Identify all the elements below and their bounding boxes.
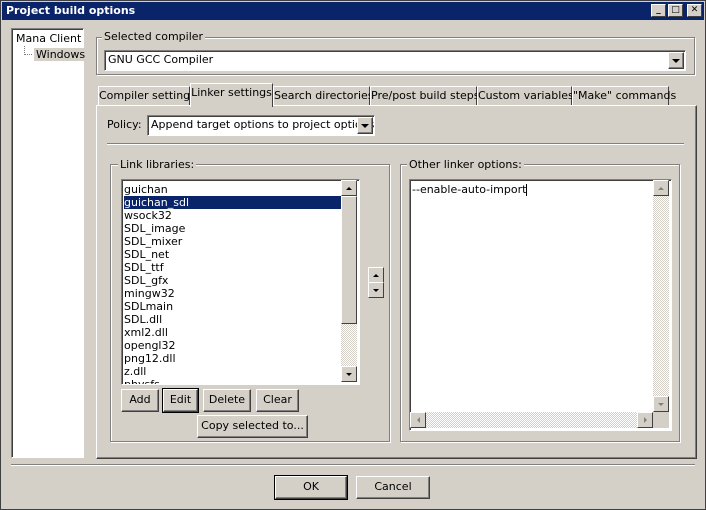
text-caret xyxy=(526,184,528,196)
list-item[interactable]: png12.dll xyxy=(124,352,176,365)
clear-button[interactable]: Clear xyxy=(256,389,299,412)
textarea-hscrollbar[interactable] xyxy=(410,412,653,428)
ok-button[interactable]: OK xyxy=(274,475,348,500)
copy-selected-button[interactable]: Copy selected to... xyxy=(197,415,308,438)
close-icon: ✕ xyxy=(690,5,699,15)
compiler-select-value: GNU GCC Compiler xyxy=(108,53,214,66)
compiler-select[interactable]: GNU GCC Compiler xyxy=(104,50,686,71)
list-item[interactable]: physfs xyxy=(124,378,160,384)
other-linker-options-text: --enable-auto-import xyxy=(412,183,528,196)
list-item[interactable]: SDL.dll xyxy=(124,313,162,326)
move-up-button[interactable] xyxy=(368,267,384,283)
list-scrollbar[interactable] xyxy=(341,180,357,382)
minimize-button[interactable]: _ xyxy=(651,4,666,17)
link-libraries-list[interactable]: guichan guichan_sdl wsock32 SDL_image SD… xyxy=(121,179,360,385)
tree-item-root[interactable]: Mana Client xyxy=(16,32,81,45)
linker-settings-panel: Policy: Append target options to project… xyxy=(96,105,697,459)
tab-make-commands[interactable]: "Make" commands xyxy=(572,86,676,106)
tree-item-windows[interactable]: Windows xyxy=(34,48,88,61)
policy-select[interactable]: Append target options to project options xyxy=(147,115,375,136)
textarea-vscrollbar[interactable] xyxy=(653,180,669,412)
policy-label: Policy: xyxy=(107,118,142,131)
edit-button[interactable]: Edit xyxy=(162,388,199,413)
list-item[interactable]: SDL_image xyxy=(124,222,185,235)
scroll-corner xyxy=(653,412,669,428)
scroll-up-button[interactable] xyxy=(341,180,357,196)
list-item[interactable]: guichan xyxy=(124,183,168,196)
scroll-down-button[interactable] xyxy=(653,396,669,412)
target-tree[interactable]: Mana Client Windows xyxy=(11,28,88,458)
scroll-down-button[interactable] xyxy=(341,366,357,382)
delete-button[interactable]: Delete xyxy=(203,389,251,412)
policy-select-value: Append target options to project options xyxy=(151,118,375,131)
selected-compiler-label: Selected compiler xyxy=(102,30,206,43)
list-item-selected[interactable]: guichan_sdl xyxy=(124,196,343,209)
list-item[interactable]: z.dll xyxy=(124,365,146,378)
list-item[interactable]: opengl32 xyxy=(124,339,176,352)
other-linker-options-label: Other linker options: xyxy=(407,158,524,171)
tree-connector xyxy=(24,54,32,55)
scroll-right-button[interactable] xyxy=(637,412,653,428)
scroll-left-button[interactable] xyxy=(410,412,426,428)
minimize-icon: _ xyxy=(656,5,661,15)
scroll-up-button[interactable] xyxy=(653,180,669,196)
tab-linker-settings[interactable]: Linker settings xyxy=(190,83,273,107)
list-item[interactable]: SDL_gfx xyxy=(124,274,168,287)
other-linker-options-value: --enable-auto-import xyxy=(412,183,527,196)
close-button[interactable]: ✕ xyxy=(687,4,702,17)
link-libraries-label: Link libraries: xyxy=(118,158,197,171)
list-item[interactable]: SDLmain xyxy=(124,300,173,313)
move-down-button[interactable] xyxy=(368,282,384,298)
project-build-options-dialog: Project build options _ □ ✕ Mana Client … xyxy=(0,0,706,510)
cancel-button[interactable]: Cancel xyxy=(356,476,430,499)
scroll-thumb[interactable] xyxy=(341,196,357,324)
arrow-up-icon xyxy=(373,273,379,277)
list-item[interactable]: mingw32 xyxy=(124,287,175,300)
chevron-down-icon[interactable] xyxy=(357,117,373,134)
maximize-icon: □ xyxy=(671,5,680,15)
list-item[interactable]: SDL_mixer xyxy=(124,235,182,248)
maximize-button[interactable]: □ xyxy=(668,4,683,17)
window-title: Project build options xyxy=(6,4,136,17)
tab-compiler-settings[interactable]: Compiler settings xyxy=(98,86,196,106)
list-item[interactable]: SDL_net xyxy=(124,248,169,261)
tab-search-directories[interactable]: Search directories xyxy=(273,86,374,106)
chevron-down-icon[interactable] xyxy=(668,52,684,69)
footer-separator xyxy=(11,464,695,466)
tab-custom-variables[interactable]: Custom variables xyxy=(477,86,574,106)
tab-pre-post-build-steps[interactable]: Pre/post build steps xyxy=(370,86,480,106)
list-item[interactable]: wsock32 xyxy=(124,209,172,222)
arrow-down-icon xyxy=(373,288,379,292)
separator xyxy=(107,143,684,145)
title-bar: Project build options xyxy=(2,2,704,20)
other-linker-options-textarea[interactable]: --enable-auto-import xyxy=(409,179,672,431)
list-item[interactable]: SDL_ttf xyxy=(124,261,164,274)
list-item[interactable]: xml2.dll xyxy=(124,326,168,339)
add-button[interactable]: Add xyxy=(121,389,159,412)
